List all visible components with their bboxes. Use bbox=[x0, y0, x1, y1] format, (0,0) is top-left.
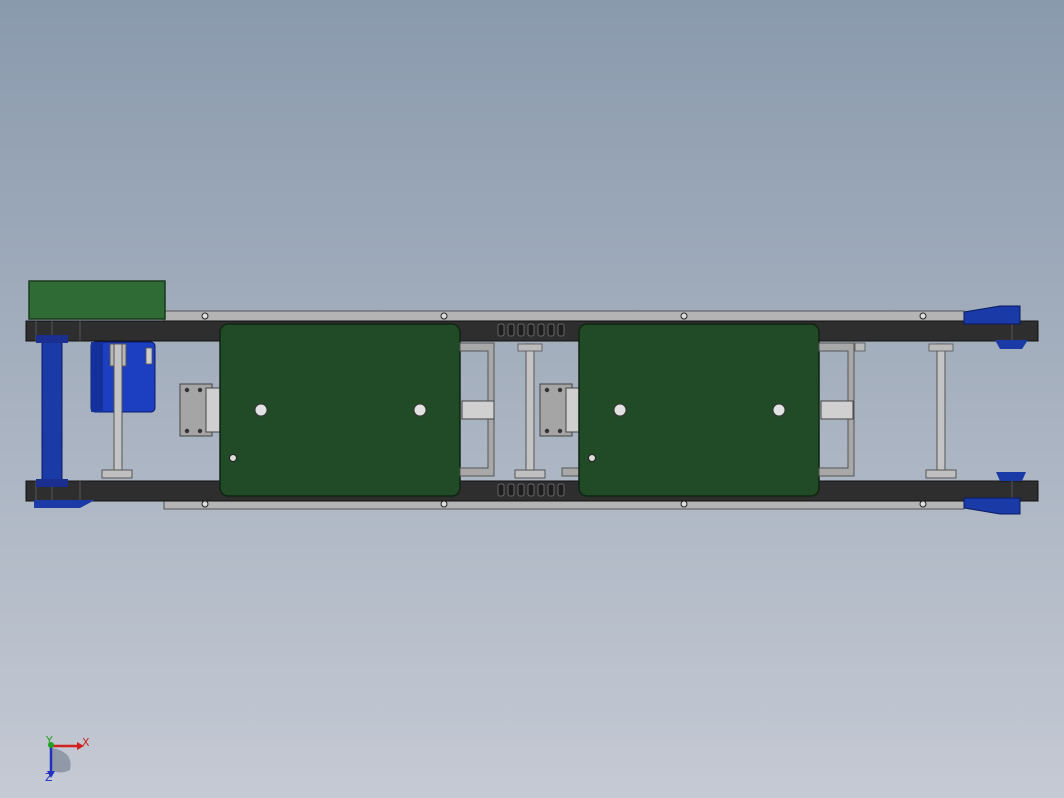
guide-rod-2-top bbox=[517, 343, 543, 352]
motor-cover-housing[interactable] bbox=[28, 280, 166, 320]
top-side-plate[interactable] bbox=[163, 310, 965, 323]
plate-2-hole-left bbox=[613, 403, 627, 417]
guide-rod-1-base bbox=[101, 469, 133, 479]
plate-1-hole-right bbox=[413, 403, 427, 417]
y-axis-label: Y bbox=[45, 734, 53, 747]
3d-viewport[interactable]: X Y Z bbox=[0, 0, 1064, 798]
mid-bracket-right bbox=[820, 400, 854, 420]
drive-motor-shade bbox=[91, 342, 103, 412]
idler-bearing-top-lower bbox=[995, 340, 1028, 349]
idler-bearing-bottom[interactable] bbox=[963, 497, 1021, 515]
plate-2-hole-right bbox=[772, 403, 786, 417]
idler-bearing-top[interactable] bbox=[963, 305, 1021, 325]
conveyor-assembly-model[interactable]: X Y Z bbox=[0, 0, 1064, 798]
bottom-chain-links bbox=[497, 483, 565, 497]
guide-rod-1[interactable] bbox=[113, 343, 123, 479]
mid-bracket-left bbox=[461, 400, 495, 420]
guide-rod-2-base bbox=[514, 469, 546, 479]
coordinate-triad[interactable]: X Y Z bbox=[45, 734, 90, 784]
tensioner-block-left bbox=[205, 387, 221, 433]
z-axis-label: Z bbox=[45, 771, 53, 784]
drive-roller-bearing-bottom bbox=[34, 500, 95, 508]
idler-bearing-bottom-upper bbox=[996, 472, 1026, 481]
x-axis-label: X bbox=[82, 736, 90, 749]
guide-rod-3-top bbox=[928, 343, 954, 352]
triad-ground-shadow bbox=[52, 748, 71, 773]
plate-1-screw bbox=[229, 454, 237, 462]
plate-1-hole-left bbox=[254, 403, 268, 417]
guide-rod-3-base bbox=[925, 469, 957, 479]
mid-frame-right-part bbox=[561, 467, 581, 477]
guide-rod-2[interactable] bbox=[525, 343, 535, 479]
tensioner-block-mid bbox=[565, 387, 581, 433]
drive-roller-shaft-top bbox=[36, 335, 68, 343]
motor-terminal bbox=[145, 347, 153, 365]
drive-roller[interactable] bbox=[41, 339, 63, 483]
plate-2-screw bbox=[588, 454, 596, 462]
drive-roller-shaft-bottom bbox=[36, 479, 68, 487]
guide-rod-3[interactable] bbox=[936, 343, 946, 479]
right-frame-post bbox=[854, 342, 866, 352]
top-chain-links bbox=[497, 323, 565, 337]
